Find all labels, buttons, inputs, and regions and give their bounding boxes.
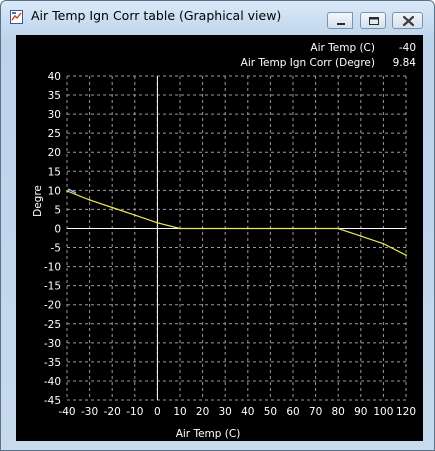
x-tick-label: 80 [332, 406, 345, 418]
x-tick-label: -10 [126, 406, 143, 418]
x-readout-value: -40 [399, 42, 416, 54]
y-tick-label: 5 [54, 204, 61, 216]
y-tick-label: 30 [48, 109, 61, 121]
graph-window: Air Temp Ign Corr table (Graphical view)… [0, 0, 435, 451]
y-tick-label: -45 [44, 395, 61, 407]
x-tick-label: -30 [81, 406, 98, 418]
data-point[interactable] [382, 242, 385, 245]
close-button[interactable] [392, 12, 423, 29]
y-tick-label: -30 [44, 338, 61, 350]
data-point[interactable] [133, 214, 136, 217]
y-readout-label: Air Temp Ign Corr (Degre) [241, 57, 375, 69]
x-tick-label: 50 [264, 406, 277, 418]
x-readout-label: Air Temp (C) [310, 42, 375, 54]
data-point[interactable] [156, 221, 159, 224]
x-tick-label: 30 [219, 406, 232, 418]
data-point[interactable] [66, 190, 68, 192]
y-tick-label: 20 [48, 147, 61, 159]
data-point[interactable] [405, 254, 407, 257]
x-tick-label: 90 [354, 406, 367, 418]
y-axis-label: Degre [32, 185, 44, 217]
x-tick-label: 60 [286, 406, 299, 418]
series-line[interactable] [66, 190, 407, 256]
data-point[interactable] [224, 227, 227, 230]
data-point[interactable] [359, 235, 362, 237]
x-tick-label: -40 [58, 406, 75, 418]
y-tick-label: 0 [54, 223, 61, 235]
title-bar[interactable]: Air Temp Ign Corr table (Graphical view) [1, 1, 434, 33]
tick-labels: -40 -30 -20 -10 0 10 20 30 40 50 60 70 80 90 100 120403… [44, 71, 416, 418]
x-tick-label: 70 [309, 406, 322, 418]
data-point[interactable] [246, 227, 249, 230]
y-tick-label: -20 [44, 300, 61, 312]
x-tick-label: 40 [241, 406, 254, 418]
y-tick-label: 10 [48, 185, 61, 197]
maximize-button[interactable] [360, 12, 386, 29]
x-axis-label: Air Temp (C) [176, 428, 241, 440]
data-point[interactable] [201, 227, 204, 230]
grid-lines [66, 75, 407, 401]
x-tick-label: 0 [154, 406, 161, 418]
close-icon [402, 15, 415, 27]
y-tick-label: -15 [44, 281, 61, 293]
x-tick-label: -20 [104, 406, 121, 418]
line-chart[interactable]: Air Temp (C) -40 Air Temp Ign Corr (Degr… [16, 35, 423, 441]
y-tick-label: 25 [48, 128, 61, 140]
window-title: Air Temp Ign Corr table (Graphical view) [31, 8, 282, 23]
y-readout-value: 9.84 [393, 57, 417, 69]
data-point[interactable] [179, 227, 181, 230]
data-point[interactable] [269, 227, 272, 230]
y-tick-label: 15 [48, 166, 61, 178]
data-point[interactable] [88, 198, 91, 201]
y-tick-label: -40 [44, 376, 61, 388]
series-group [66, 188, 407, 257]
data-point[interactable] [314, 227, 317, 230]
data-point[interactable] [111, 206, 114, 209]
x-tick-label: 20 [196, 406, 209, 418]
y-tick-label: 35 [48, 90, 61, 102]
data-point[interactable] [337, 227, 340, 230]
graph-area[interactable]: Air Temp (C) -40 Air Temp Ign Corr (Degr… [16, 35, 423, 441]
y-tick-label: -5 [51, 243, 61, 255]
x-tick-label: 10 [173, 406, 186, 418]
data-point[interactable] [292, 227, 294, 230]
minimize-icon [337, 23, 345, 25]
x-tick-label: 100 [373, 406, 393, 418]
y-tick-label: 40 [48, 71, 61, 83]
axes [67, 76, 406, 400]
y-tick-label: -10 [44, 262, 61, 274]
y-tick-label: -25 [44, 319, 61, 331]
x-tick-label: 120 [396, 406, 416, 418]
chart-document-icon [10, 10, 23, 24]
minimize-button[interactable] [327, 12, 353, 29]
maximize-icon [369, 17, 379, 25]
y-tick-label: -35 [44, 357, 61, 369]
